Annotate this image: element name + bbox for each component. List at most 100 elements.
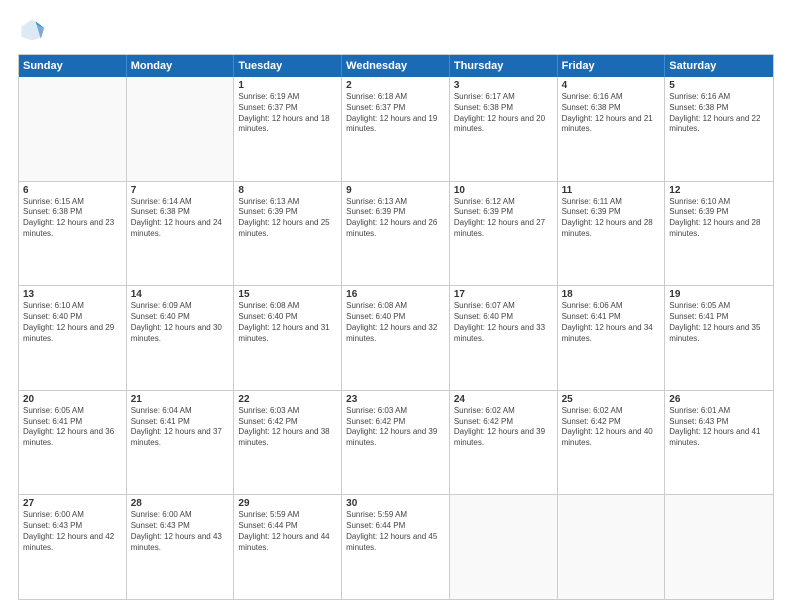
header-friday: Friday	[558, 55, 666, 77]
day-cell-11: 11Sunrise: 6:11 AM Sunset: 6:39 PM Dayli…	[558, 182, 666, 286]
page: SundayMondayTuesdayWednesdayThursdayFrid…	[0, 0, 792, 612]
cell-info: Sunrise: 6:01 AM Sunset: 6:43 PM Dayligh…	[669, 406, 769, 449]
cell-info: Sunrise: 6:16 AM Sunset: 6:38 PM Dayligh…	[562, 92, 661, 135]
logo-icon	[18, 16, 46, 44]
day-number: 29	[238, 498, 337, 509]
day-number: 14	[131, 289, 230, 300]
cell-info: Sunrise: 6:00 AM Sunset: 6:43 PM Dayligh…	[131, 510, 230, 553]
day-number: 13	[23, 289, 122, 300]
empty-cell	[450, 495, 558, 599]
day-number: 23	[346, 394, 445, 405]
day-number: 30	[346, 498, 445, 509]
calendar-header: SundayMondayTuesdayWednesdayThursdayFrid…	[19, 55, 773, 77]
day-cell-23: 23Sunrise: 6:03 AM Sunset: 6:42 PM Dayli…	[342, 391, 450, 495]
day-number: 8	[238, 185, 337, 196]
day-number: 22	[238, 394, 337, 405]
day-number: 10	[454, 185, 553, 196]
cell-info: Sunrise: 6:19 AM Sunset: 6:37 PM Dayligh…	[238, 92, 337, 135]
cell-info: Sunrise: 6:05 AM Sunset: 6:41 PM Dayligh…	[669, 301, 769, 344]
day-cell-25: 25Sunrise: 6:02 AM Sunset: 6:42 PM Dayli…	[558, 391, 666, 495]
cell-info: Sunrise: 5:59 AM Sunset: 6:44 PM Dayligh…	[346, 510, 445, 553]
calendar-row-4: 27Sunrise: 6:00 AM Sunset: 6:43 PM Dayli…	[19, 494, 773, 599]
cell-info: Sunrise: 6:05 AM Sunset: 6:41 PM Dayligh…	[23, 406, 122, 449]
day-number: 25	[562, 394, 661, 405]
day-number: 28	[131, 498, 230, 509]
cell-info: Sunrise: 6:07 AM Sunset: 6:40 PM Dayligh…	[454, 301, 553, 344]
day-number: 19	[669, 289, 769, 300]
day-cell-16: 16Sunrise: 6:08 AM Sunset: 6:40 PM Dayli…	[342, 286, 450, 390]
cell-info: Sunrise: 6:02 AM Sunset: 6:42 PM Dayligh…	[562, 406, 661, 449]
day-cell-21: 21Sunrise: 6:04 AM Sunset: 6:41 PM Dayli…	[127, 391, 235, 495]
day-cell-7: 7Sunrise: 6:14 AM Sunset: 6:38 PM Daylig…	[127, 182, 235, 286]
day-cell-15: 15Sunrise: 6:08 AM Sunset: 6:40 PM Dayli…	[234, 286, 342, 390]
cell-info: Sunrise: 6:04 AM Sunset: 6:41 PM Dayligh…	[131, 406, 230, 449]
calendar: SundayMondayTuesdayWednesdayThursdayFrid…	[18, 54, 774, 600]
cell-info: Sunrise: 6:13 AM Sunset: 6:39 PM Dayligh…	[238, 197, 337, 240]
day-number: 9	[346, 185, 445, 196]
day-cell-22: 22Sunrise: 6:03 AM Sunset: 6:42 PM Dayli…	[234, 391, 342, 495]
cell-info: Sunrise: 6:09 AM Sunset: 6:40 PM Dayligh…	[131, 301, 230, 344]
day-number: 11	[562, 185, 661, 196]
day-cell-28: 28Sunrise: 6:00 AM Sunset: 6:43 PM Dayli…	[127, 495, 235, 599]
calendar-row-1: 6Sunrise: 6:15 AM Sunset: 6:38 PM Daylig…	[19, 181, 773, 286]
header-monday: Monday	[127, 55, 235, 77]
day-cell-29: 29Sunrise: 5:59 AM Sunset: 6:44 PM Dayli…	[234, 495, 342, 599]
header-tuesday: Tuesday	[234, 55, 342, 77]
cell-info: Sunrise: 6:03 AM Sunset: 6:42 PM Dayligh…	[346, 406, 445, 449]
calendar-body: 1Sunrise: 6:19 AM Sunset: 6:37 PM Daylig…	[19, 77, 773, 599]
day-number: 3	[454, 80, 553, 91]
calendar-row-2: 13Sunrise: 6:10 AM Sunset: 6:40 PM Dayli…	[19, 285, 773, 390]
cell-info: Sunrise: 6:10 AM Sunset: 6:40 PM Dayligh…	[23, 301, 122, 344]
day-cell-19: 19Sunrise: 6:05 AM Sunset: 6:41 PM Dayli…	[665, 286, 773, 390]
cell-info: Sunrise: 6:11 AM Sunset: 6:39 PM Dayligh…	[562, 197, 661, 240]
day-number: 26	[669, 394, 769, 405]
cell-info: Sunrise: 6:17 AM Sunset: 6:38 PM Dayligh…	[454, 92, 553, 135]
cell-info: Sunrise: 6:14 AM Sunset: 6:38 PM Dayligh…	[131, 197, 230, 240]
day-number: 24	[454, 394, 553, 405]
calendar-row-0: 1Sunrise: 6:19 AM Sunset: 6:37 PM Daylig…	[19, 77, 773, 181]
day-cell-12: 12Sunrise: 6:10 AM Sunset: 6:39 PM Dayli…	[665, 182, 773, 286]
cell-info: Sunrise: 6:06 AM Sunset: 6:41 PM Dayligh…	[562, 301, 661, 344]
day-cell-5: 5Sunrise: 6:16 AM Sunset: 6:38 PM Daylig…	[665, 77, 773, 181]
day-cell-27: 27Sunrise: 6:00 AM Sunset: 6:43 PM Dayli…	[19, 495, 127, 599]
cell-info: Sunrise: 6:15 AM Sunset: 6:38 PM Dayligh…	[23, 197, 122, 240]
day-number: 5	[669, 80, 769, 91]
cell-info: Sunrise: 6:02 AM Sunset: 6:42 PM Dayligh…	[454, 406, 553, 449]
header-wednesday: Wednesday	[342, 55, 450, 77]
day-cell-30: 30Sunrise: 5:59 AM Sunset: 6:44 PM Dayli…	[342, 495, 450, 599]
logo	[18, 16, 50, 44]
day-cell-20: 20Sunrise: 6:05 AM Sunset: 6:41 PM Dayli…	[19, 391, 127, 495]
day-number: 2	[346, 80, 445, 91]
cell-info: Sunrise: 6:03 AM Sunset: 6:42 PM Dayligh…	[238, 406, 337, 449]
day-number: 18	[562, 289, 661, 300]
empty-cell	[665, 495, 773, 599]
day-cell-3: 3Sunrise: 6:17 AM Sunset: 6:38 PM Daylig…	[450, 77, 558, 181]
header-sunday: Sunday	[19, 55, 127, 77]
day-number: 7	[131, 185, 230, 196]
day-cell-10: 10Sunrise: 6:12 AM Sunset: 6:39 PM Dayli…	[450, 182, 558, 286]
cell-info: Sunrise: 6:10 AM Sunset: 6:39 PM Dayligh…	[669, 197, 769, 240]
day-cell-1: 1Sunrise: 6:19 AM Sunset: 6:37 PM Daylig…	[234, 77, 342, 181]
day-number: 20	[23, 394, 122, 405]
day-cell-2: 2Sunrise: 6:18 AM Sunset: 6:37 PM Daylig…	[342, 77, 450, 181]
cell-info: Sunrise: 6:00 AM Sunset: 6:43 PM Dayligh…	[23, 510, 122, 553]
day-number: 17	[454, 289, 553, 300]
day-number: 4	[562, 80, 661, 91]
header-thursday: Thursday	[450, 55, 558, 77]
cell-info: Sunrise: 6:13 AM Sunset: 6:39 PM Dayligh…	[346, 197, 445, 240]
day-number: 1	[238, 80, 337, 91]
day-cell-24: 24Sunrise: 6:02 AM Sunset: 6:42 PM Dayli…	[450, 391, 558, 495]
day-number: 6	[23, 185, 122, 196]
day-number: 12	[669, 185, 769, 196]
day-cell-6: 6Sunrise: 6:15 AM Sunset: 6:38 PM Daylig…	[19, 182, 127, 286]
day-number: 15	[238, 289, 337, 300]
empty-cell	[127, 77, 235, 181]
day-cell-13: 13Sunrise: 6:10 AM Sunset: 6:40 PM Dayli…	[19, 286, 127, 390]
day-cell-4: 4Sunrise: 6:16 AM Sunset: 6:38 PM Daylig…	[558, 77, 666, 181]
day-number: 16	[346, 289, 445, 300]
header-saturday: Saturday	[665, 55, 773, 77]
cell-info: Sunrise: 6:08 AM Sunset: 6:40 PM Dayligh…	[346, 301, 445, 344]
calendar-row-3: 20Sunrise: 6:05 AM Sunset: 6:41 PM Dayli…	[19, 390, 773, 495]
day-cell-14: 14Sunrise: 6:09 AM Sunset: 6:40 PM Dayli…	[127, 286, 235, 390]
cell-info: Sunrise: 6:18 AM Sunset: 6:37 PM Dayligh…	[346, 92, 445, 135]
